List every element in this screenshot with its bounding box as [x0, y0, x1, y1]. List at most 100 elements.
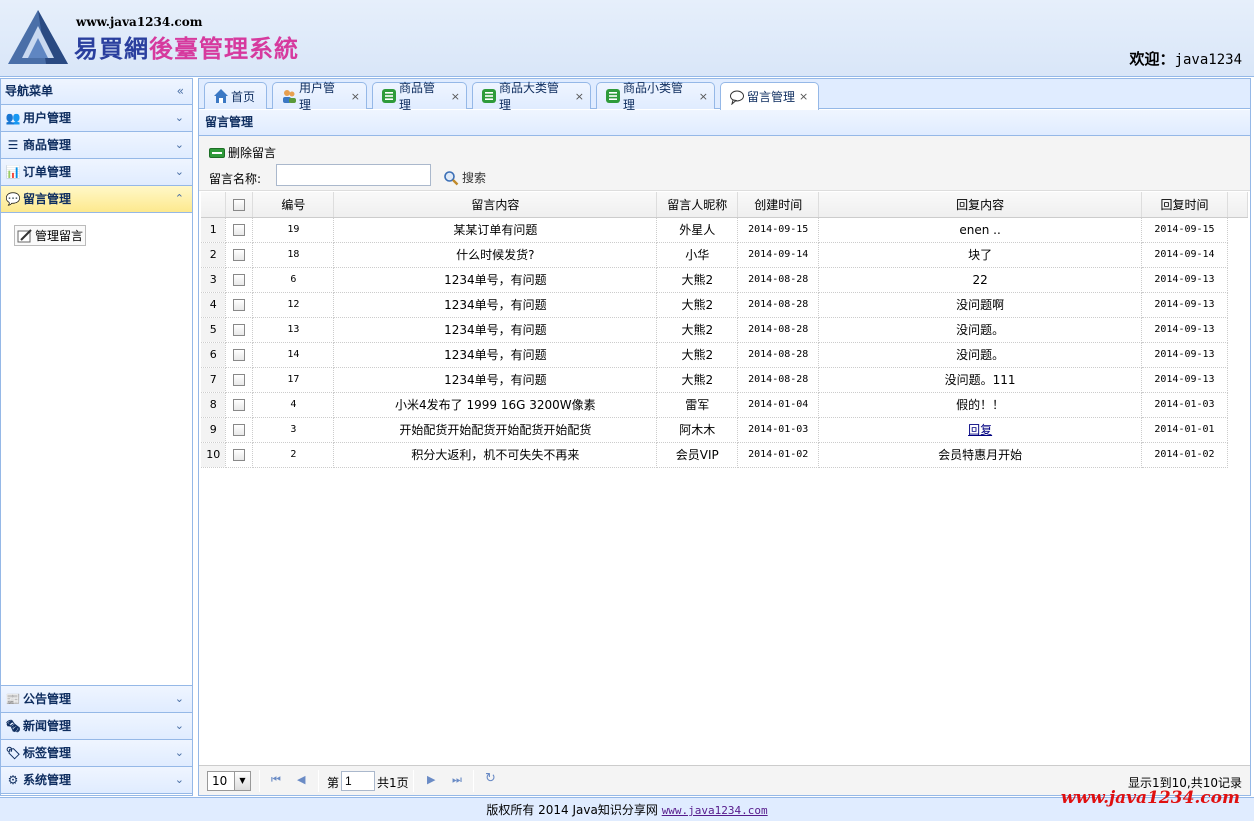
row-number: 6	[201, 342, 227, 368]
row-checkbox-cell[interactable]	[225, 442, 254, 468]
accordion-label: 公告管理	[23, 692, 72, 706]
table-row[interactable]: 4 12 1234单号，有问题 大熊2 2014-08-28 没问题啊 2014-09-13	[201, 292, 1248, 318]
reply-link[interactable]: 回复	[968, 423, 992, 437]
cell-reply: 会员特惠月开始	[818, 442, 1142, 468]
row-checkbox[interactable]	[233, 249, 246, 261]
row-checkbox-cell[interactable]	[225, 317, 254, 343]
page-number-input[interactable]	[341, 771, 375, 791]
chevron-icon[interactable]: ⌄	[175, 132, 184, 158]
dropdown-arrow-icon[interactable]: ▼	[234, 772, 250, 790]
first-page-icon[interactable]: ⏮	[271, 773, 281, 787]
chevron-icon[interactable]: ⌄	[175, 740, 184, 766]
next-page-icon[interactable]: ▶	[427, 773, 435, 786]
tab-2[interactable]: 商品管理 ×	[372, 81, 467, 112]
row-checkbox-cell[interactable]	[225, 342, 254, 368]
accordion-tag[interactable]: 🏷 标签管理 ⌄	[1, 740, 192, 767]
accordion-body: 管理留言	[1, 213, 192, 686]
comments-table: 编号 留言内容 留言人昵称 创建时间 回复内容 回复时间 1 19 某某订单有问题外…	[201, 192, 1248, 468]
refresh-icon[interactable]: ↻	[485, 771, 496, 786]
sidebar: 导航菜单 « 👥 用户管理 ⌄ ☰ 商品管理 ⌄ 📊 订单管理 ⌄ 💬 留言管理 ⌃ 管理留言 📰 公告…	[0, 78, 193, 796]
prev-page-icon[interactable]: ◀	[297, 773, 305, 786]
row-checkbox[interactable]	[233, 274, 246, 286]
row-checkbox-cell[interactable]	[225, 242, 254, 268]
home-icon	[213, 88, 229, 104]
chevron-icon[interactable]: ⌄	[175, 767, 184, 793]
collapse-icon[interactable]: «	[177, 79, 184, 104]
close-icon[interactable]: ×	[699, 90, 708, 103]
row-number: 4	[201, 292, 227, 318]
toolbar: 删除留言 留言名称: 搜索	[199, 136, 1250, 191]
column-header[interactable]: 留言人昵称	[656, 192, 739, 218]
chevron-icon[interactable]: ⌄	[175, 713, 184, 739]
row-checkbox[interactable]	[233, 374, 246, 386]
search-input[interactable]	[276, 164, 431, 186]
close-icon[interactable]: ×	[451, 90, 460, 103]
accordion-list[interactable]: ☰ 商品管理 ⌄	[1, 132, 192, 159]
chevron-icon[interactable]: ⌄	[175, 105, 184, 131]
delete-comment-button[interactable]: 删除留言	[209, 144, 276, 161]
column-header[interactable]: 回复内容	[818, 192, 1142, 218]
cell-content: 1234单号，有问题	[333, 317, 658, 343]
column-header[interactable]: 创建时间	[737, 192, 820, 218]
cell-id: 19	[252, 217, 335, 243]
close-icon[interactable]: ×	[351, 90, 360, 103]
accordion-news[interactable]: 🗞 新闻管理 ⌄	[1, 713, 192, 740]
accordion-order[interactable]: 📊 订单管理 ⌄	[1, 159, 192, 186]
column-header[interactable]: 留言内容	[333, 192, 658, 218]
cell-reply: 没问题。	[818, 342, 1142, 368]
close-icon[interactable]: ×	[799, 90, 808, 103]
row-checkbox-cell[interactable]	[225, 392, 254, 418]
accordion-notice[interactable]: 📰 公告管理 ⌄	[1, 686, 192, 713]
table-row[interactable]: 9 3 开始配货开始配货开始配货开始配货 阿木木 2014-01-03 回复 2014-01…	[201, 417, 1248, 443]
table-row[interactable]: 2 18 什么时候发货? 小华 2014-09-14 块了 2014-09-14	[201, 242, 1248, 268]
table-row[interactable]: 3 6 1234单号，有问题 大熊2 2014-08-28 22 2014-09-13	[201, 267, 1248, 293]
chevron-icon[interactable]: ⌄	[175, 159, 184, 185]
users-icon: 👥	[5, 111, 21, 125]
search-button[interactable]: 搜索	[443, 169, 486, 186]
column-header[interactable]: 回复时间	[1141, 192, 1228, 218]
close-icon[interactable]: ×	[575, 90, 584, 103]
cell-reply: 没问题。	[818, 317, 1142, 343]
table-row[interactable]: 8 4 小米4发布了 1999 16G 3200W像素 雷军 2014-01-04 假的！…	[201, 392, 1248, 418]
header-checkbox[interactable]	[225, 192, 254, 218]
chevron-icon[interactable]: ⌄	[175, 686, 184, 712]
tab-4[interactable]: 商品小类管理 ×	[596, 81, 715, 112]
sidebar-item-manage-comments[interactable]: 管理留言	[14, 225, 87, 246]
cell-replied: 2014-09-13	[1141, 342, 1228, 368]
tab-5[interactable]: 留言管理 ×	[720, 82, 819, 110]
accordion-comment[interactable]: 💬 留言管理 ⌃	[1, 186, 192, 213]
pager-separator	[473, 770, 474, 792]
table-row[interactable]: 7 17 1234单号，有问题 大熊2 2014-08-28 没问题。111 2014-09…	[201, 367, 1248, 393]
tab-0[interactable]: 首页	[204, 82, 267, 109]
accordion-users[interactable]: 👥 用户管理 ⌄	[1, 105, 192, 132]
select-all-checkbox[interactable]	[233, 198, 246, 211]
cell-content: 开始配货开始配货开始配货开始配货	[333, 417, 658, 443]
accordion-gear[interactable]: ⚙ 系统管理 ⌄	[1, 767, 192, 794]
row-checkbox-cell[interactable]	[225, 267, 254, 293]
row-checkbox[interactable]	[233, 324, 246, 336]
cell-reply: 22	[818, 267, 1142, 293]
cell-nick: 大熊2	[656, 367, 739, 393]
row-checkbox[interactable]	[233, 349, 246, 361]
table-row[interactable]: 1 19 某某订单有问题 外星人 2014-09-15 enen .. 2014-09-15	[201, 217, 1248, 243]
table-row[interactable]: 10 2 积分大返利，机不可失失不再来 会员VIP 2014-01-02 会员特惠月开始 2…	[201, 442, 1248, 468]
row-checkbox-cell[interactable]	[225, 367, 254, 393]
comment-icon	[729, 89, 745, 105]
row-checkbox-cell[interactable]	[225, 292, 254, 318]
column-header[interactable]: 编号	[252, 192, 335, 218]
row-checkbox[interactable]	[233, 299, 246, 311]
table-row[interactable]: 5 13 1234单号，有问题 大熊2 2014-08-28 没问题。 2014-09-13	[201, 317, 1248, 343]
row-checkbox[interactable]	[233, 424, 246, 436]
last-page-icon[interactable]: ⏭	[452, 773, 462, 787]
row-checkbox-cell[interactable]	[225, 217, 254, 243]
footer-link[interactable]: www.java1234.com	[662, 804, 768, 817]
tab-3[interactable]: 商品大类管理 ×	[472, 81, 591, 112]
table-row[interactable]: 6 14 1234单号，有问题 大熊2 2014-08-28 没问题。 2014-09-13	[201, 342, 1248, 368]
row-checkbox[interactable]	[233, 449, 246, 461]
tab-1[interactable]: 用户管理 ×	[272, 81, 367, 112]
row-checkbox-cell[interactable]	[225, 417, 254, 443]
row-checkbox[interactable]	[233, 224, 246, 236]
page-size-select[interactable]: 10 ▼	[207, 771, 251, 791]
chevron-icon[interactable]: ⌃	[175, 186, 184, 212]
row-checkbox[interactable]	[233, 399, 246, 411]
